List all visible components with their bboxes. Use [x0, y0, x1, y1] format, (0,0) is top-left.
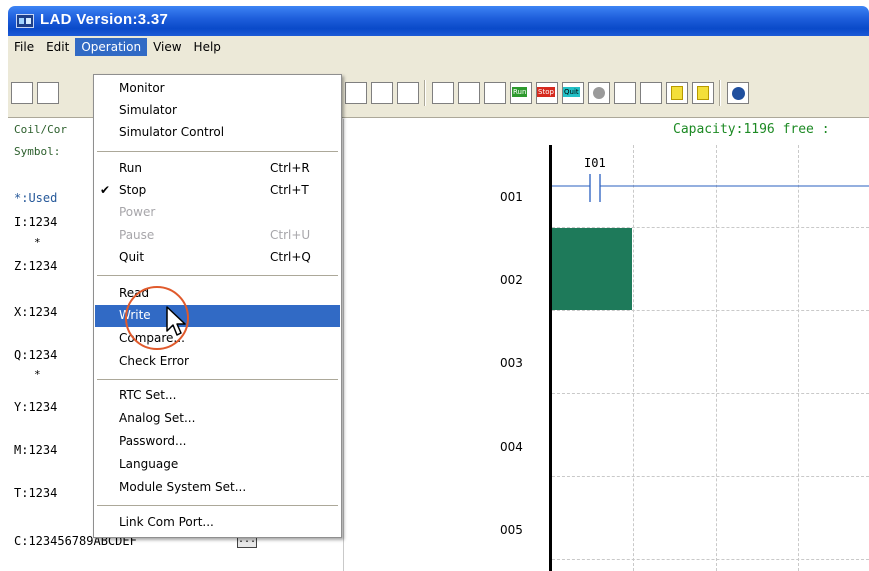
title-bar: LAD Version:3.37	[8, 6, 869, 36]
tools-icon[interactable]	[484, 82, 506, 104]
row-x: X:1234	[14, 305, 58, 319]
element-icon[interactable]	[371, 82, 393, 104]
selected-ladder-cell[interactable]	[552, 228, 632, 310]
capacity-text: Capacity:1196 free :	[673, 122, 830, 137]
row-y: Y:1234	[14, 400, 58, 414]
rung-number: 005	[500, 523, 523, 537]
row-q-star: *	[34, 368, 41, 381]
toolbar-separator	[719, 80, 721, 106]
grid-line	[552, 559, 869, 560]
menu-view[interactable]: View	[147, 38, 187, 56]
grid-line	[633, 145, 634, 571]
open-icon[interactable]	[37, 82, 59, 104]
toolbar-separator	[424, 80, 426, 106]
row-z: Z:1234	[14, 259, 58, 273]
menu-item-run[interactable]: Run Ctrl+R	[95, 158, 340, 180]
row-i: I:1234	[14, 215, 58, 229]
pointer-icon[interactable]	[640, 82, 662, 104]
row-q: Q:1234	[14, 348, 58, 362]
menu-item-language[interactable]: Language	[95, 454, 340, 476]
symbol-label: Symbol:	[14, 145, 61, 158]
menu-item-module-system-set[interactable]: Module System Set...	[95, 477, 340, 499]
menu-item-password[interactable]: Password...	[95, 431, 340, 453]
menu-separator	[97, 379, 338, 380]
row-m: M:1234	[14, 443, 58, 457]
run-icon[interactable]: Run	[510, 82, 532, 104]
menu-item-simulator-control[interactable]: Simulator Control	[95, 122, 340, 144]
menu-separator	[97, 151, 338, 152]
menu-bar: File Edit Operation View Help	[8, 36, 869, 58]
probe-icon[interactable]	[614, 82, 636, 104]
menu-item-stop[interactable]: ✔ Stop Ctrl+T	[95, 180, 340, 202]
menu-item-check-error[interactable]: Check Error	[95, 351, 340, 373]
rung-number: 003	[500, 356, 523, 370]
mouse-cursor-icon	[166, 306, 186, 336]
menu-item-simulator[interactable]: Simulator	[95, 100, 340, 122]
circle-icon[interactable]	[588, 82, 610, 104]
rung-number: 001	[500, 190, 523, 204]
menu-item-monitor[interactable]: Monitor	[95, 78, 340, 100]
menu-item-link-com-port[interactable]: Link Com Port...	[95, 512, 340, 534]
box-icon[interactable]	[397, 82, 419, 104]
page-icon[interactable]	[666, 82, 688, 104]
menu-item-analog-set[interactable]: Analog Set...	[95, 408, 340, 430]
ladder-icon[interactable]	[345, 82, 367, 104]
grid-line	[716, 145, 717, 571]
cycle-icon[interactable]	[458, 82, 480, 104]
quit-icon[interactable]: Quit	[562, 82, 584, 104]
menu-edit[interactable]: Edit	[40, 38, 75, 56]
menu-separator	[97, 275, 338, 276]
grid-line	[798, 145, 799, 571]
grid-line	[552, 476, 869, 477]
check-icon: ✔	[100, 183, 111, 197]
help-icon[interactable]	[727, 82, 749, 104]
stop-icon[interactable]: Stop	[536, 82, 558, 104]
menu-item-rtc-set[interactable]: RTC Set...	[95, 385, 340, 407]
refresh-icon[interactable]	[432, 82, 454, 104]
menu-file[interactable]: File	[8, 38, 40, 56]
app-icon	[16, 14, 34, 28]
row-t: T:1234	[14, 486, 58, 500]
row-i-star: *	[34, 236, 41, 249]
contact-rung-line[interactable]	[552, 172, 869, 206]
menu-operation[interactable]: Operation	[75, 38, 148, 56]
grid-line	[552, 393, 869, 394]
power-rail	[549, 145, 552, 571]
rung-icon[interactable]	[11, 82, 33, 104]
grid-line	[552, 310, 869, 311]
page-back-icon[interactable]	[692, 82, 714, 104]
coil-label: Coil/Cor	[14, 123, 67, 136]
menu-item-pause: Pause Ctrl+U	[119, 228, 311, 242]
menu-item-quit[interactable]: Quit Ctrl+Q	[95, 247, 340, 269]
menu-item-power: Power	[119, 205, 156, 219]
window-title: LAD Version:3.37	[40, 11, 169, 28]
contact-label: I01	[584, 156, 606, 170]
rung-number: 004	[500, 440, 523, 454]
menu-help[interactable]: Help	[188, 38, 227, 56]
menu-separator	[97, 505, 338, 506]
used-label: *:Used	[14, 191, 58, 205]
rung-number: 002	[500, 273, 523, 287]
